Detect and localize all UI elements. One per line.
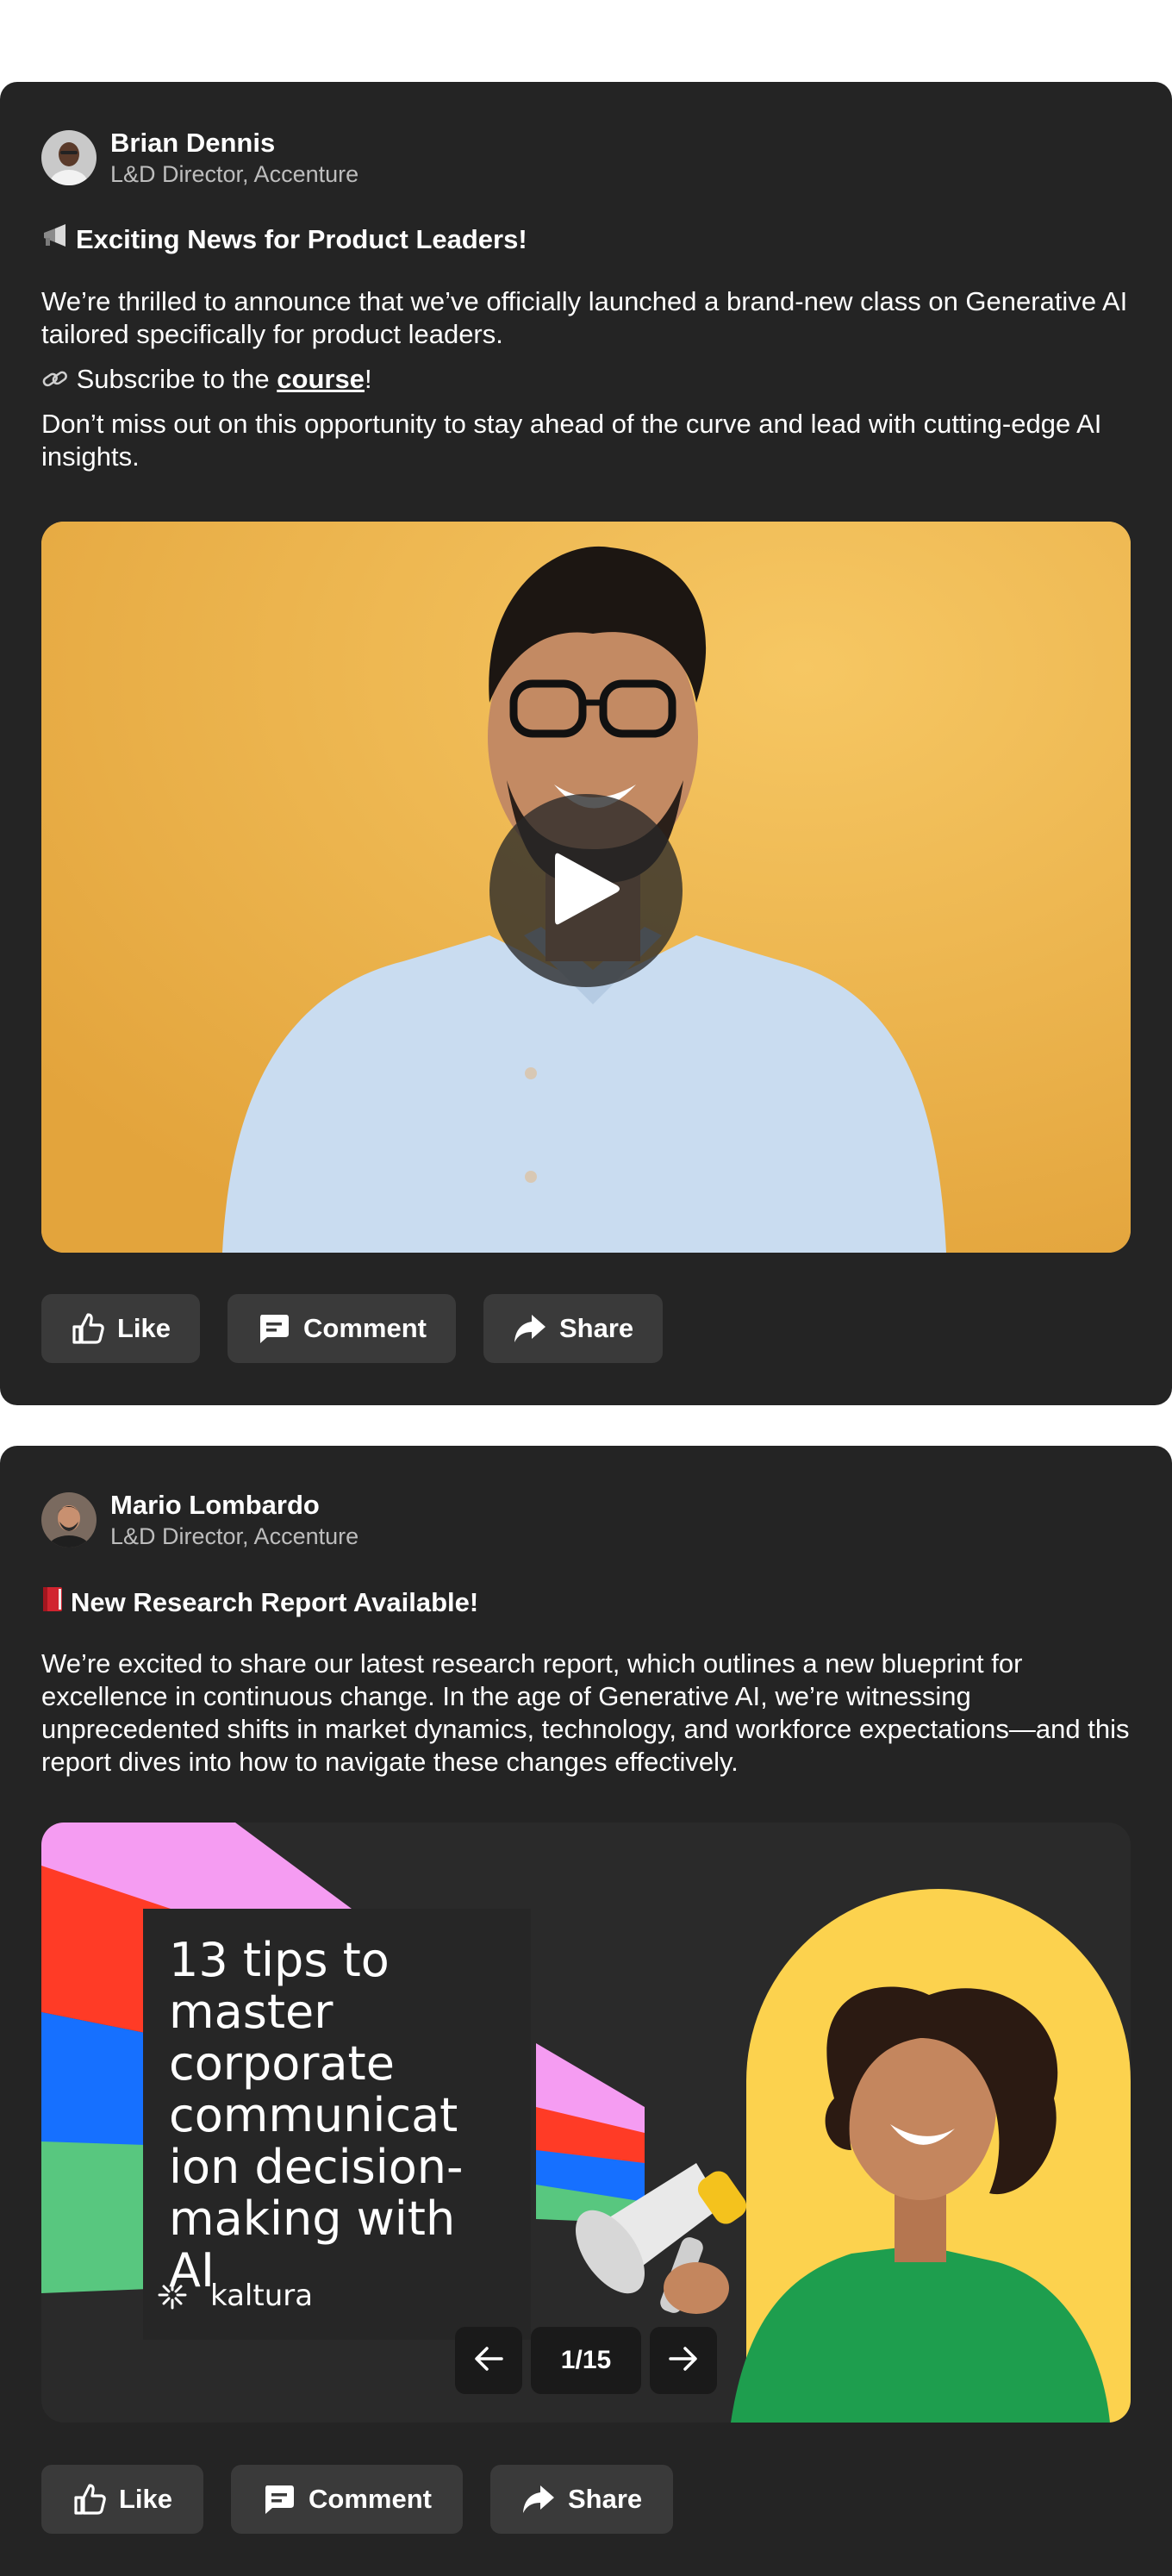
slide-title: 13 tips to master corporate communicat i… (169, 1933, 464, 2298)
post-paragraph: We’re thrilled to announce that we’ve of… (41, 286, 1128, 349)
slide-counter: 1/15 (531, 2327, 641, 2394)
brand-name: kaltura (210, 2279, 314, 2313)
post-title: Exciting News for Product Leaders! (41, 223, 527, 256)
post-actions: Like Comment Share (41, 1294, 664, 1363)
post-body: We’re excited to share our latest resear… (41, 1648, 1136, 1791)
post-subscribe-line: Subscribe to the course! (41, 363, 1136, 396)
author-name[interactable]: Mario Lombardo (110, 1489, 358, 1522)
arrow-right-icon (669, 2346, 698, 2376)
post-card: Mario Lombardo L&D Director, Accenture N… (0, 1446, 1172, 2576)
avatar[interactable] (41, 130, 97, 185)
avatar[interactable] (41, 1492, 97, 1547)
subscribe-suffix: ! (364, 364, 372, 394)
comment-icon (257, 1311, 291, 1346)
author-name[interactable]: Brian Dennis (110, 127, 358, 159)
comment-label: Comment (309, 2484, 432, 2514)
like-button[interactable]: Like (41, 1294, 201, 1363)
post-author[interactable]: Mario Lombardo L&D Director, Accenture (41, 1489, 358, 1551)
post-paragraph: We’re excited to share our latest resear… (41, 1648, 1130, 1777)
comment-button[interactable]: Comment (228, 1294, 456, 1363)
prev-slide-button[interactable] (455, 2327, 522, 2394)
next-slide-button[interactable] (650, 2327, 717, 2394)
share-icon (521, 2482, 556, 2517)
post-paragraph: Don’t miss out on this opportunity to st… (41, 409, 1102, 472)
comment-icon (262, 2482, 296, 2517)
comment-button[interactable]: Comment (231, 2465, 463, 2534)
like-label: Like (119, 2484, 173, 2514)
subscribe-prefix: Subscribe to the (76, 364, 277, 394)
thumbs-up-icon (71, 1311, 105, 1346)
post-author[interactable]: Brian Dennis L&D Director, Accenture (41, 127, 358, 189)
post-title: New Research Report Available! (41, 1585, 478, 1620)
arrow-left-icon (474, 2346, 503, 2376)
share-label: Share (567, 2484, 643, 2514)
document-carousel[interactable]: 13 tips to master corporate communicat i… (41, 1823, 1131, 2423)
carousel-pager: 1/15 (455, 2327, 717, 2394)
post-body: We’re thrilled to announce that we’ve of… (41, 285, 1136, 485)
comment-label: Comment (303, 1313, 427, 1343)
play-icon (550, 849, 622, 933)
like-button[interactable]: Like (41, 2465, 204, 2534)
author-role: L&D Director, Accenture (110, 1523, 359, 1549)
course-link[interactable]: course (277, 364, 365, 394)
share-label: Share (558, 1313, 634, 1343)
post-actions: Like Comment Share (41, 2465, 674, 2534)
red-book-icon (41, 1585, 64, 1620)
thumbs-up-icon (72, 2482, 107, 2517)
share-button[interactable]: Share (483, 1294, 664, 1363)
post-title-text: Exciting News for Product Leaders! (76, 224, 527, 254)
play-button[interactable] (489, 794, 683, 987)
post-title-text: New Research Report Available! (71, 1587, 479, 1617)
video-player[interactable] (41, 522, 1131, 1253)
share-button[interactable]: Share (489, 2465, 674, 2534)
megaphone-icon (41, 223, 71, 256)
post-card: Brian Dennis L&D Director, Accenture Exc… (0, 82, 1172, 1405)
link-icon (41, 364, 77, 394)
author-role: L&D Director, Accenture (110, 161, 359, 187)
share-icon (513, 1311, 547, 1346)
like-label: Like (117, 1313, 171, 1343)
